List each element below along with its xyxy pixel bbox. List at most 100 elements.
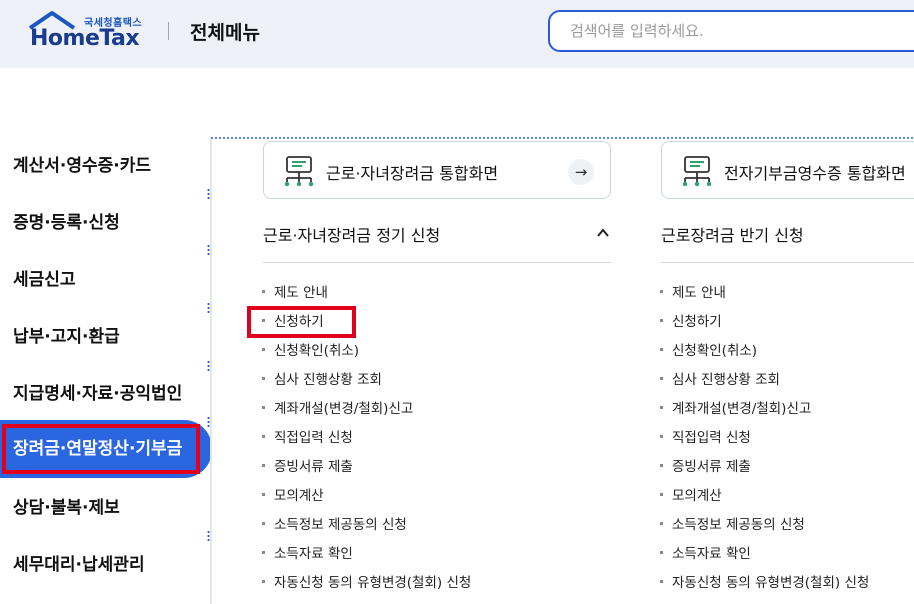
list-item-label: 증빙서류 제출 <box>672 459 751 475</box>
sidebar-item-payment[interactable]: 납부·고지·환급 <box>0 309 212 365</box>
list-item[interactable]: 소득자료 확인 <box>262 544 353 564</box>
list-item[interactable]: 증빙서류 제출 <box>262 457 353 477</box>
list-item-label: 직접입력 신청 <box>672 430 751 446</box>
list-item-label: 자동신청 동의 유형변경(철회) 신청 <box>672 575 870 591</box>
highlight-box <box>2 424 200 474</box>
list-item[interactable]: 소득정보 제공동의 신청 <box>660 515 805 535</box>
monitor-network-icon <box>682 156 712 187</box>
list-item[interactable]: 신청하기 <box>660 312 722 332</box>
list-item-label: 모의계산 <box>672 488 722 504</box>
list-item[interactable]: 신청확인(취소) <box>262 341 359 361</box>
section-divider <box>263 262 611 263</box>
bullet-icon <box>660 347 663 351</box>
list-item[interactable]: 직접입력 신청 <box>660 428 751 448</box>
sidebar-item-tax-agent[interactable]: 세무대리·납세관리 <box>0 537 212 593</box>
list-item-label: 소득정보 제공동의 신청 <box>672 517 805 533</box>
highlight-box <box>247 306 356 338</box>
list-item[interactable]: 제도 안내 <box>660 283 726 303</box>
logo-title: HomeTax <box>30 26 140 51</box>
bullet-icon <box>660 434 663 438</box>
bullet-icon <box>660 376 663 380</box>
bullet-icon <box>262 463 265 467</box>
chevron-up-icon[interactable] <box>596 226 610 240</box>
bullet-icon <box>660 550 663 554</box>
list-item-label: 소득자료 확인 <box>672 546 751 562</box>
sidebar-item-tax-return[interactable]: 세금신고 <box>0 252 212 308</box>
bullet-icon <box>262 376 265 380</box>
sidebar-item-label: 세금신고 <box>13 270 76 290</box>
bullet-icon <box>262 405 265 409</box>
bullet-icon <box>262 289 265 293</box>
sidebar-item-incentives[interactable]: 장려금·연말정산·기부금 <box>0 420 212 478</box>
sidebar-item-label: 증명·등록·신청 <box>13 213 120 233</box>
list-item[interactable]: 계좌개설(변경/철회)신고 <box>660 399 811 419</box>
search-input[interactable] <box>548 10 914 52</box>
bullet-icon <box>660 579 663 583</box>
bullet-icon <box>262 492 265 496</box>
list-item[interactable]: 심사 진행상황 조회 <box>660 370 780 390</box>
hometax-logo[interactable]: 국세청홈택스 HomeTax <box>28 10 148 52</box>
list-item-label: 계좌개설(변경/철회)신고 <box>274 401 414 417</box>
list-item-label: 제도 안내 <box>274 285 328 301</box>
list-item-label: 제도 안내 <box>672 285 726 301</box>
sidebar-item-certificates[interactable]: 증명·등록·신청 <box>0 195 212 251</box>
list-item[interactable]: 계좌개설(변경/철회)신고 <box>262 399 413 419</box>
sidebar-item-consultation[interactable]: 상담·불복·제보 <box>0 480 212 536</box>
bullet-icon <box>660 405 663 409</box>
list-item[interactable]: 심사 진행상황 조회 <box>262 370 382 390</box>
bullet-icon <box>660 521 663 525</box>
card-incentive-dashboard[interactable]: 근로·자녀장려금 통합화면 → <box>263 141 611 199</box>
sidebar-item-label: 납부·고지·환급 <box>13 327 120 347</box>
sidebar-item-label: 지급명세·자료·공익법인 <box>13 384 183 404</box>
card-donation-receipt-dashboard[interactable]: 전자기부금영수증 통합화면 <box>661 141 914 199</box>
section-title-half-year[interactable]: 근로장려금 반기 신청 <box>661 222 804 246</box>
list-item[interactable]: 증빙서류 제출 <box>660 457 751 477</box>
bullet-icon <box>660 492 663 496</box>
content-border <box>210 137 212 604</box>
sidebar-item-label: 상담·불복·제보 <box>13 498 120 518</box>
list-item[interactable]: 자동신청 동의 유형변경(철회) 신청 <box>660 573 869 593</box>
list-item[interactable]: 자동신청 동의 유형변경(철회) 신청 <box>262 573 471 593</box>
bullet-icon <box>660 289 663 293</box>
sidebar-item-invoices[interactable]: 계산서·영수증·카드 <box>0 138 212 194</box>
list-item[interactable]: 모의계산 <box>262 486 324 506</box>
bullet-icon <box>262 521 265 525</box>
list-item[interactable]: 신청확인(취소) <box>660 341 757 361</box>
card-label: 근로·자녀장려금 통합화면 <box>326 164 499 183</box>
bullet-icon <box>262 434 265 438</box>
list-item-label: 계좌개설(변경/철회)신고 <box>672 401 812 417</box>
list-item-label: 심사 진행상황 조회 <box>274 372 382 388</box>
list-item-label: 증빙서류 제출 <box>274 459 353 475</box>
list-item-label: 심사 진행상황 조회 <box>672 372 780 388</box>
list-item-label: 소득자료 확인 <box>274 546 353 562</box>
section-divider <box>661 262 914 263</box>
arrow-right-icon[interactable]: → <box>568 159 594 185</box>
list-item-label: 소득정보 제공동의 신청 <box>274 517 407 533</box>
list-item-label: 신청확인(취소) <box>274 343 360 359</box>
list-item-label: 직접입력 신청 <box>274 430 353 446</box>
bullet-icon <box>262 579 265 583</box>
sidebar: 계산서·영수증·카드 증명·등록·신청 세금신고 납부·고지·환급 지급명세·자… <box>0 136 212 604</box>
bullet-icon <box>660 318 663 322</box>
content-top-border <box>210 137 914 139</box>
list-item[interactable]: 직접입력 신청 <box>262 428 353 448</box>
list-item[interactable]: 소득정보 제공동의 신청 <box>262 515 407 535</box>
card-label: 전자기부금영수증 통합화면 <box>724 164 906 183</box>
section-title-regular[interactable]: 근로·자녀장려금 정기 신청 <box>263 222 440 246</box>
list-item[interactable]: 소득자료 확인 <box>660 544 751 564</box>
list-item-label: 신청하기 <box>672 314 722 330</box>
sidebar-item-statements[interactable]: 지급명세·자료·공익법인 <box>0 366 212 422</box>
list-item-label: 자동신청 동의 유형변경(철회) 신청 <box>274 575 472 591</box>
bullet-icon <box>660 463 663 467</box>
list-item[interactable]: 제도 안내 <box>262 283 328 303</box>
page-title: 전체메뉴 <box>190 22 260 44</box>
list-item[interactable]: 모의계산 <box>660 486 722 506</box>
sidebar-item-label: 계산서·영수증·카드 <box>13 156 152 176</box>
list-item-label: 모의계산 <box>274 488 324 504</box>
list-item-label: 신청확인(취소) <box>672 343 758 359</box>
bullet-icon <box>262 347 265 351</box>
header-divider <box>168 22 169 40</box>
header-bar: 국세청홈택스 HomeTax 전체메뉴 <box>0 0 914 68</box>
bullet-icon <box>262 550 265 554</box>
sidebar-item-label: 세무대리·납세관리 <box>13 555 145 575</box>
